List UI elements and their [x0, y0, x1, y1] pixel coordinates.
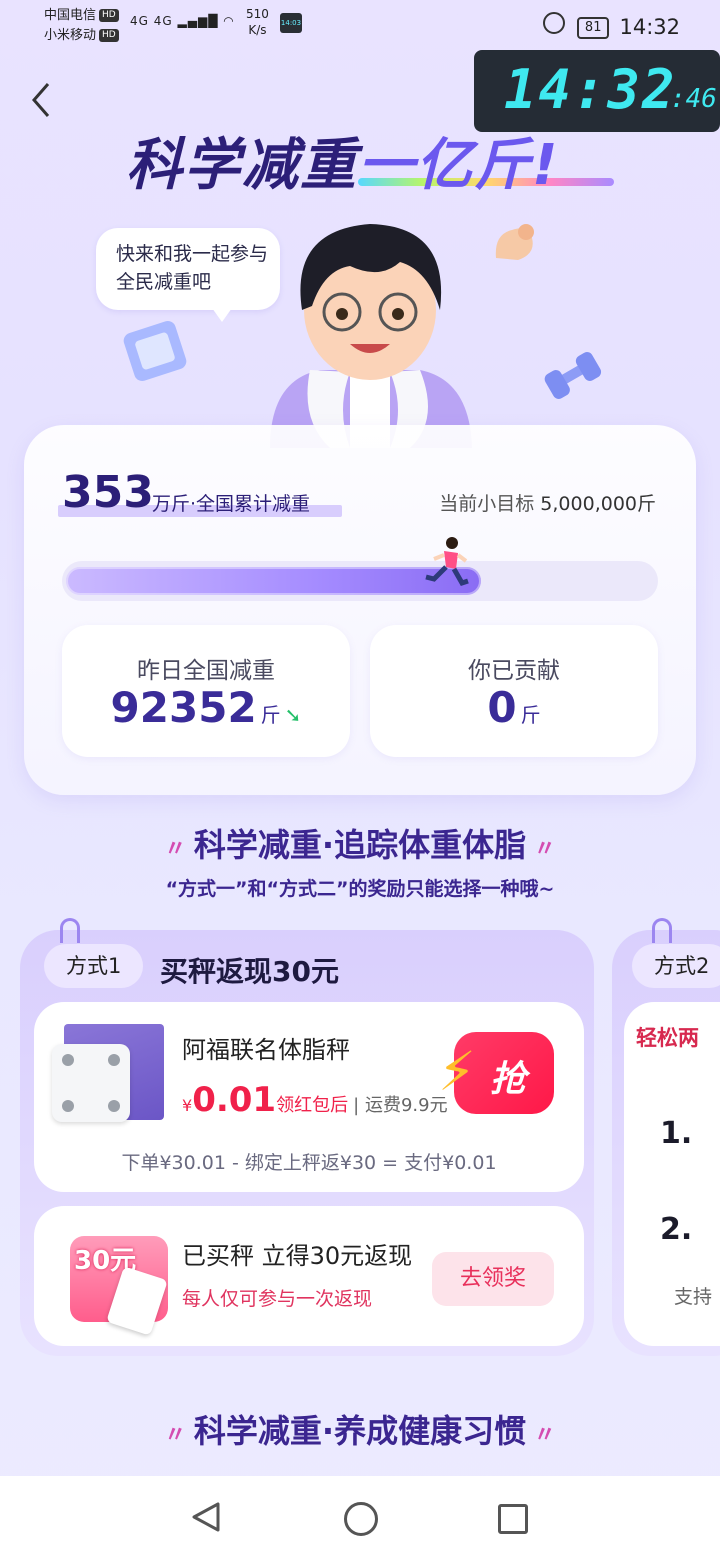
battery-icon: 81	[576, 17, 610, 39]
scale-toy-icon	[123, 320, 187, 382]
sparkle-icon: 〃	[164, 1423, 194, 1448]
nav-home-icon[interactable]	[344, 1502, 378, 1536]
method1-tag: 方式1	[44, 944, 144, 988]
hd-badge: HD	[99, 9, 119, 22]
section-title-tracking: 〃 科学减重·追踪体重体脂 〃	[164, 826, 556, 864]
product-price: ¥0.01领红包后 | 运费9.9元	[182, 1080, 448, 1120]
carrier-1: 中国电信	[44, 8, 97, 23]
clock-hm: 14:32	[504, 58, 677, 121]
down-arrow-icon: ➘	[284, 703, 302, 727]
product-card[interactable]: 阿福联名体脂秤 ¥0.01领红包后 | 运费9.9元 ⚡ 抢 下单¥30.01 …	[34, 1002, 584, 1192]
rebate-card: 30元 已买秤 立得30元返现 每人仅可参与一次返现 去领奖	[34, 1206, 584, 1346]
nav-back-icon[interactable]	[190, 1500, 224, 1534]
total-unit: 万斤·全国累计减重	[152, 493, 311, 515]
rebate-image: 30元	[70, 1236, 168, 1336]
method2-card[interactable]: 方式2 轻松两 1. 2. 支持	[612, 918, 720, 1356]
signal-icon: 4G 4G ▂▄▆█ ◠	[130, 14, 235, 28]
method2-support: 支持	[674, 1286, 713, 1308]
yesterday-value: 92352 斤 ➘	[110, 683, 302, 732]
status-bar: 中国电信 HD 小米移动 HD 4G 4G ▂▄▆█ ◠ 510 K/s 14:03…	[0, 0, 720, 50]
claim-reward-button[interactable]: 去领奖	[432, 1252, 554, 1306]
hero-title-a: 科学减重	[126, 133, 358, 198]
hero-title: 科学减重一亿斤!	[126, 120, 614, 201]
dumbbell-icon	[544, 352, 602, 399]
product-name: 阿福联名体脂秤	[182, 1036, 350, 1064]
ring-decoration	[60, 918, 80, 943]
muscle-arm-icon	[495, 224, 534, 260]
goal-label: 当前小目标	[439, 493, 535, 515]
back-arrow-icon[interactable]	[26, 80, 62, 120]
rebate-subtitle: 每人仅可参与一次返现	[182, 1288, 373, 1310]
status-time: 14:32	[619, 15, 680, 39]
hd-badge: HD	[99, 29, 119, 42]
yesterday-label: 昨日全国减重	[137, 658, 275, 684]
method1-title: 买秤返现30元	[160, 955, 339, 988]
runner-icon	[425, 537, 469, 587]
clock-app-icon: 14:03	[280, 13, 302, 33]
total-value: 353	[62, 467, 154, 518]
alarm-icon	[542, 12, 565, 34]
ring-decoration	[652, 918, 672, 943]
scale-image	[52, 1044, 130, 1122]
goal-value: 5,000,000斤	[540, 493, 656, 515]
contribution-label: 你已贡献	[468, 658, 560, 684]
grab-button[interactable]: ⚡ 抢	[438, 1032, 554, 1114]
method2-step2: 2.	[660, 1212, 693, 1247]
rebate-title: 已买秤 立得30元返现	[182, 1242, 413, 1270]
hero-title-b: 一亿斤!	[358, 133, 560, 198]
yesterday-stat: 昨日全国减重 92352 斤 ➘	[62, 625, 350, 757]
system-nav-bar	[0, 1476, 720, 1560]
section-title-habits: 〃 科学减重·养成健康习惯 〃	[164, 1412, 556, 1450]
contribution-stat: 你已贡献 0斤	[370, 625, 658, 757]
clock-seconds: :46	[670, 84, 717, 114]
carrier-info: 中国电信 HD 小米移动 HD	[44, 6, 119, 46]
summary-card: 353 万斤·全国累计减重 当前小目标 5,000,000斤 昨日全国减重 92…	[24, 425, 696, 795]
price-formula: 下单¥30.01 - 绑定上秤返¥30 = 支付¥0.01	[121, 1152, 497, 1174]
lightning-icon: ⚡	[438, 1040, 476, 1103]
nav-recents-icon[interactable]	[498, 1504, 528, 1534]
method2-tag: 方式2	[632, 944, 720, 988]
method2-step1: 1.	[660, 1116, 693, 1151]
goal-text: 当前小目标 5,000,000斤	[439, 489, 656, 516]
contribution-value: 0斤	[487, 683, 541, 732]
progress-fill	[66, 567, 481, 595]
sparkle-icon: 〃	[164, 837, 194, 862]
carrier-2: 小米移动	[44, 28, 97, 43]
section-subtitle: “方式一”和“方式二”的奖励只能选择一种哦~	[165, 878, 555, 900]
net-speed: 510 K/s	[246, 7, 269, 37]
status-right: 81 14:32	[542, 12, 680, 39]
method2-header: 轻松两	[636, 1026, 699, 1050]
method1-card: 方式1 买秤返现30元 阿福联名体脂秤 ¥0.01领红包后 | 运费9.9元 ⚡…	[20, 918, 594, 1356]
progress-track	[62, 561, 658, 601]
mascot-boy-image	[270, 224, 472, 448]
sparkle-icon: 〃	[526, 1423, 556, 1448]
grab-label: 抢	[490, 1059, 527, 1100]
sparkle-icon: 〃	[526, 837, 556, 862]
